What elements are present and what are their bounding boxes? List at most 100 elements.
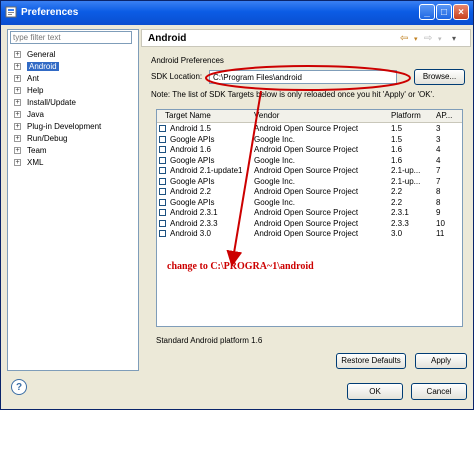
expand-icon[interactable]: + (14, 111, 21, 118)
table-row[interactable]: Android 2.3.1 Android Open Source Project… (157, 208, 462, 218)
minimize-button[interactable]: _ (419, 4, 435, 20)
maximize-button[interactable]: □ (436, 4, 452, 20)
platform-cell: 2.2 (391, 197, 403, 207)
preference-tree-panel: +General +Android +Ant +Help +Install/Up… (7, 29, 139, 371)
target-name-cell: Android 1.6 (170, 145, 211, 154)
column-target-name[interactable]: Target Name (165, 111, 211, 120)
page-title: Android (148, 33, 187, 44)
forward-arrow-icon[interactable]: ⇨ (424, 33, 432, 44)
table-header: Target Name Vendor Platform AP... (157, 110, 462, 123)
apply-button[interactable]: Apply (415, 353, 467, 369)
api-level-cell: 4 (436, 155, 441, 165)
vendor-cell: Google Inc. (254, 176, 295, 186)
target-checkbox[interactable] (159, 146, 166, 153)
column-vendor[interactable]: Vendor (254, 111, 279, 120)
tree-item-team[interactable]: + Team (12, 145, 101, 157)
table-row[interactable]: Android 1.6 Android Open Source Project 1.… (157, 145, 462, 155)
expand-icon[interactable]: + (14, 147, 21, 154)
table-row[interactable]: Android 2.1-update1 Android Open Source P… (157, 166, 462, 176)
view-menu-icon[interactable]: ▾ (452, 34, 456, 43)
platform-cell: 2.3.1 (391, 208, 409, 217)
platform-cell: 3.0 (391, 229, 403, 238)
table-row[interactable]: Android 3.0 Android Open Source Project 3.… (157, 229, 462, 239)
platform-cell: 2.1-up... (391, 166, 421, 175)
help-icon[interactable]: ? (11, 379, 27, 395)
vendor-cell: Android Open Source Project (254, 229, 359, 238)
table-row[interactable]: Google APIs Google Inc. 2.2 8 (157, 198, 462, 208)
api-level-cell: 4 (436, 145, 441, 154)
tree-item-xml[interactable]: + XML (12, 157, 101, 169)
tree-item-run-debug[interactable]: + Run/Debug (12, 133, 101, 145)
filter-input[interactable] (10, 31, 132, 44)
target-checkbox[interactable] (159, 230, 166, 237)
api-level-cell: 3 (436, 134, 441, 144)
preference-tree: + General + Android + Ant + Help + Install/Up… (12, 49, 101, 169)
vendor-cell: Android Open Source Project (254, 187, 359, 196)
api-level-cell: 8 (436, 197, 441, 207)
api-level-cell: 9 (436, 208, 441, 217)
api-level-cell: 11 (436, 229, 445, 238)
platform-cell: 1.5 (391, 124, 403, 133)
table-row[interactable]: Google APIs Google Inc. 1.6 4 (157, 156, 462, 166)
target-checkbox[interactable] (159, 209, 166, 216)
table-row[interactable]: Google APIs Google Inc. 2.1-up... 7 (157, 177, 462, 187)
expand-icon[interactable]: + (14, 87, 21, 94)
target-checkbox[interactable] (159, 177, 166, 185)
tree-item-plugin-development[interactable]: + Plug-in Development (12, 121, 101, 133)
sdk-targets-table: Target Name Vendor Platform AP... Androi… (156, 109, 463, 327)
target-checkbox[interactable] (159, 198, 166, 206)
tree-item-java[interactable]: + Java (12, 109, 101, 121)
page-subtitle: Android Preferences (151, 56, 224, 65)
dialog-footer: ? OK Cancel (1, 373, 473, 409)
expand-icon[interactable]: + (14, 159, 21, 166)
table-row[interactable]: Android 2.3.3 Android Open Source Project… (157, 219, 462, 229)
column-api-level[interactable]: AP... (436, 111, 452, 120)
expand-icon[interactable]: + (14, 99, 21, 106)
cancel-button[interactable]: Cancel (411, 383, 467, 400)
target-checkbox[interactable] (159, 167, 166, 174)
close-button[interactable]: × (453, 4, 469, 20)
tree-item-help[interactable]: + Help (12, 85, 101, 97)
target-description: Standard Android platform 1.6 (156, 336, 263, 345)
vendor-cell: Android Open Source Project (254, 218, 359, 228)
target-checkbox[interactable] (159, 135, 166, 143)
forward-dropdown-icon[interactable]: ▾ (438, 35, 442, 43)
table-row[interactable]: Android 1.5 Android Open Source Project 1.… (157, 124, 462, 134)
ok-button[interactable]: OK (347, 383, 403, 400)
expand-icon[interactable]: + (14, 51, 21, 58)
tree-item-ant[interactable]: + Ant (12, 73, 101, 85)
preference-page: Android ⇦ ▾ ⇨ ▾ ▾ Android Preferences SD… (141, 29, 471, 369)
annotation-text: change to C:\PROGRA~1\android (167, 261, 314, 272)
platform-cell: 2.2 (391, 187, 403, 196)
target-checkbox[interactable] (159, 219, 166, 227)
title-bar: Preferences _ □ × (1, 1, 473, 25)
target-name-cell: Google APIs (170, 155, 215, 165)
back-dropdown-icon[interactable]: ▾ (414, 35, 418, 43)
expand-icon[interactable]: + (14, 75, 21, 82)
target-name-cell: Google APIs (170, 176, 215, 186)
tree-item-android[interactable]: + Android (12, 61, 101, 73)
target-checkbox[interactable] (159, 156, 166, 164)
api-level-cell: 3 (436, 124, 441, 133)
expand-icon[interactable]: + (14, 135, 21, 142)
vendor-cell: Android Open Source Project (254, 145, 359, 154)
browse-button[interactable]: Browse... (414, 69, 465, 85)
sdk-targets-note: Note: The list of SDK Targets below is o… (151, 90, 435, 99)
expand-icon[interactable]: + (14, 123, 21, 130)
column-platform[interactable]: Platform (391, 111, 421, 120)
target-checkbox[interactable] (159, 125, 166, 132)
vendor-cell: Google Inc. (254, 134, 295, 144)
tree-item-general[interactable]: + General (12, 49, 101, 61)
back-arrow-icon[interactable]: ⇦ (400, 33, 408, 44)
target-name-cell: Android 2.3.1 (170, 208, 218, 217)
sdk-location-input[interactable]: C:\Program Files\android (209, 70, 397, 84)
target-name-cell: Google APIs (170, 197, 215, 207)
expand-icon[interactable]: + (14, 63, 21, 70)
table-row[interactable]: Android 2.2 Android Open Source Project 2.… (157, 187, 462, 197)
window-title: Preferences (21, 7, 79, 18)
target-checkbox[interactable] (159, 188, 166, 195)
table-row[interactable]: Google APIs Google Inc. 1.5 3 (157, 135, 462, 145)
preferences-window: Preferences _ □ × +General +Android +Ant… (0, 0, 474, 410)
restore-defaults-button[interactable]: Restore Defaults (336, 353, 406, 369)
tree-item-install-update[interactable]: + Install/Update (12, 97, 101, 109)
